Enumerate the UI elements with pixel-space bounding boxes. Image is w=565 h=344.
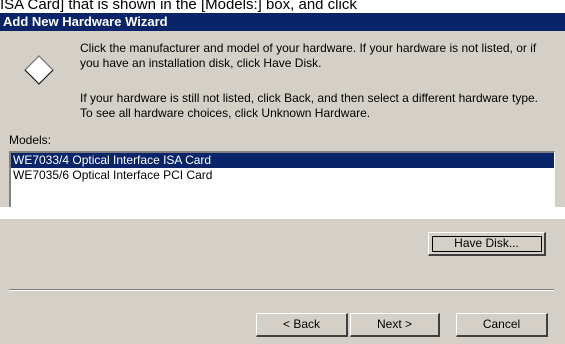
caption-text: ISA Card] that is shown in the [Models:]… xyxy=(0,0,357,13)
models-list-item[interactable]: WE7035/6 Optical Interface PCI Card xyxy=(11,168,554,183)
cancel-button[interactable]: Cancel xyxy=(456,313,548,337)
add-new-hardware-wizard-dialog: Add New Hardware Wizard Click the manufa… xyxy=(0,13,565,344)
models-label: Models: xyxy=(9,133,52,147)
next-button[interactable]: Next > xyxy=(350,313,440,337)
models-list-item[interactable]: WE7033/4 Optical Interface ISA Card xyxy=(11,153,554,168)
have-disk-button[interactable]: Have Disk... xyxy=(428,232,546,256)
button-separator xyxy=(9,289,554,291)
models-listbox[interactable]: WE7033/4 Optical Interface ISA Card WE70… xyxy=(9,151,555,213)
window-title: Add New Hardware Wizard xyxy=(0,13,565,31)
instruction-paragraph-2: If your hardware is still not listed, cl… xyxy=(80,91,539,120)
diamond-icon xyxy=(24,55,54,85)
list-lower-band xyxy=(0,207,565,219)
back-button[interactable]: < Back xyxy=(256,313,348,337)
instruction-paragraph-1: Click the manufacturer and model of your… xyxy=(80,41,537,70)
